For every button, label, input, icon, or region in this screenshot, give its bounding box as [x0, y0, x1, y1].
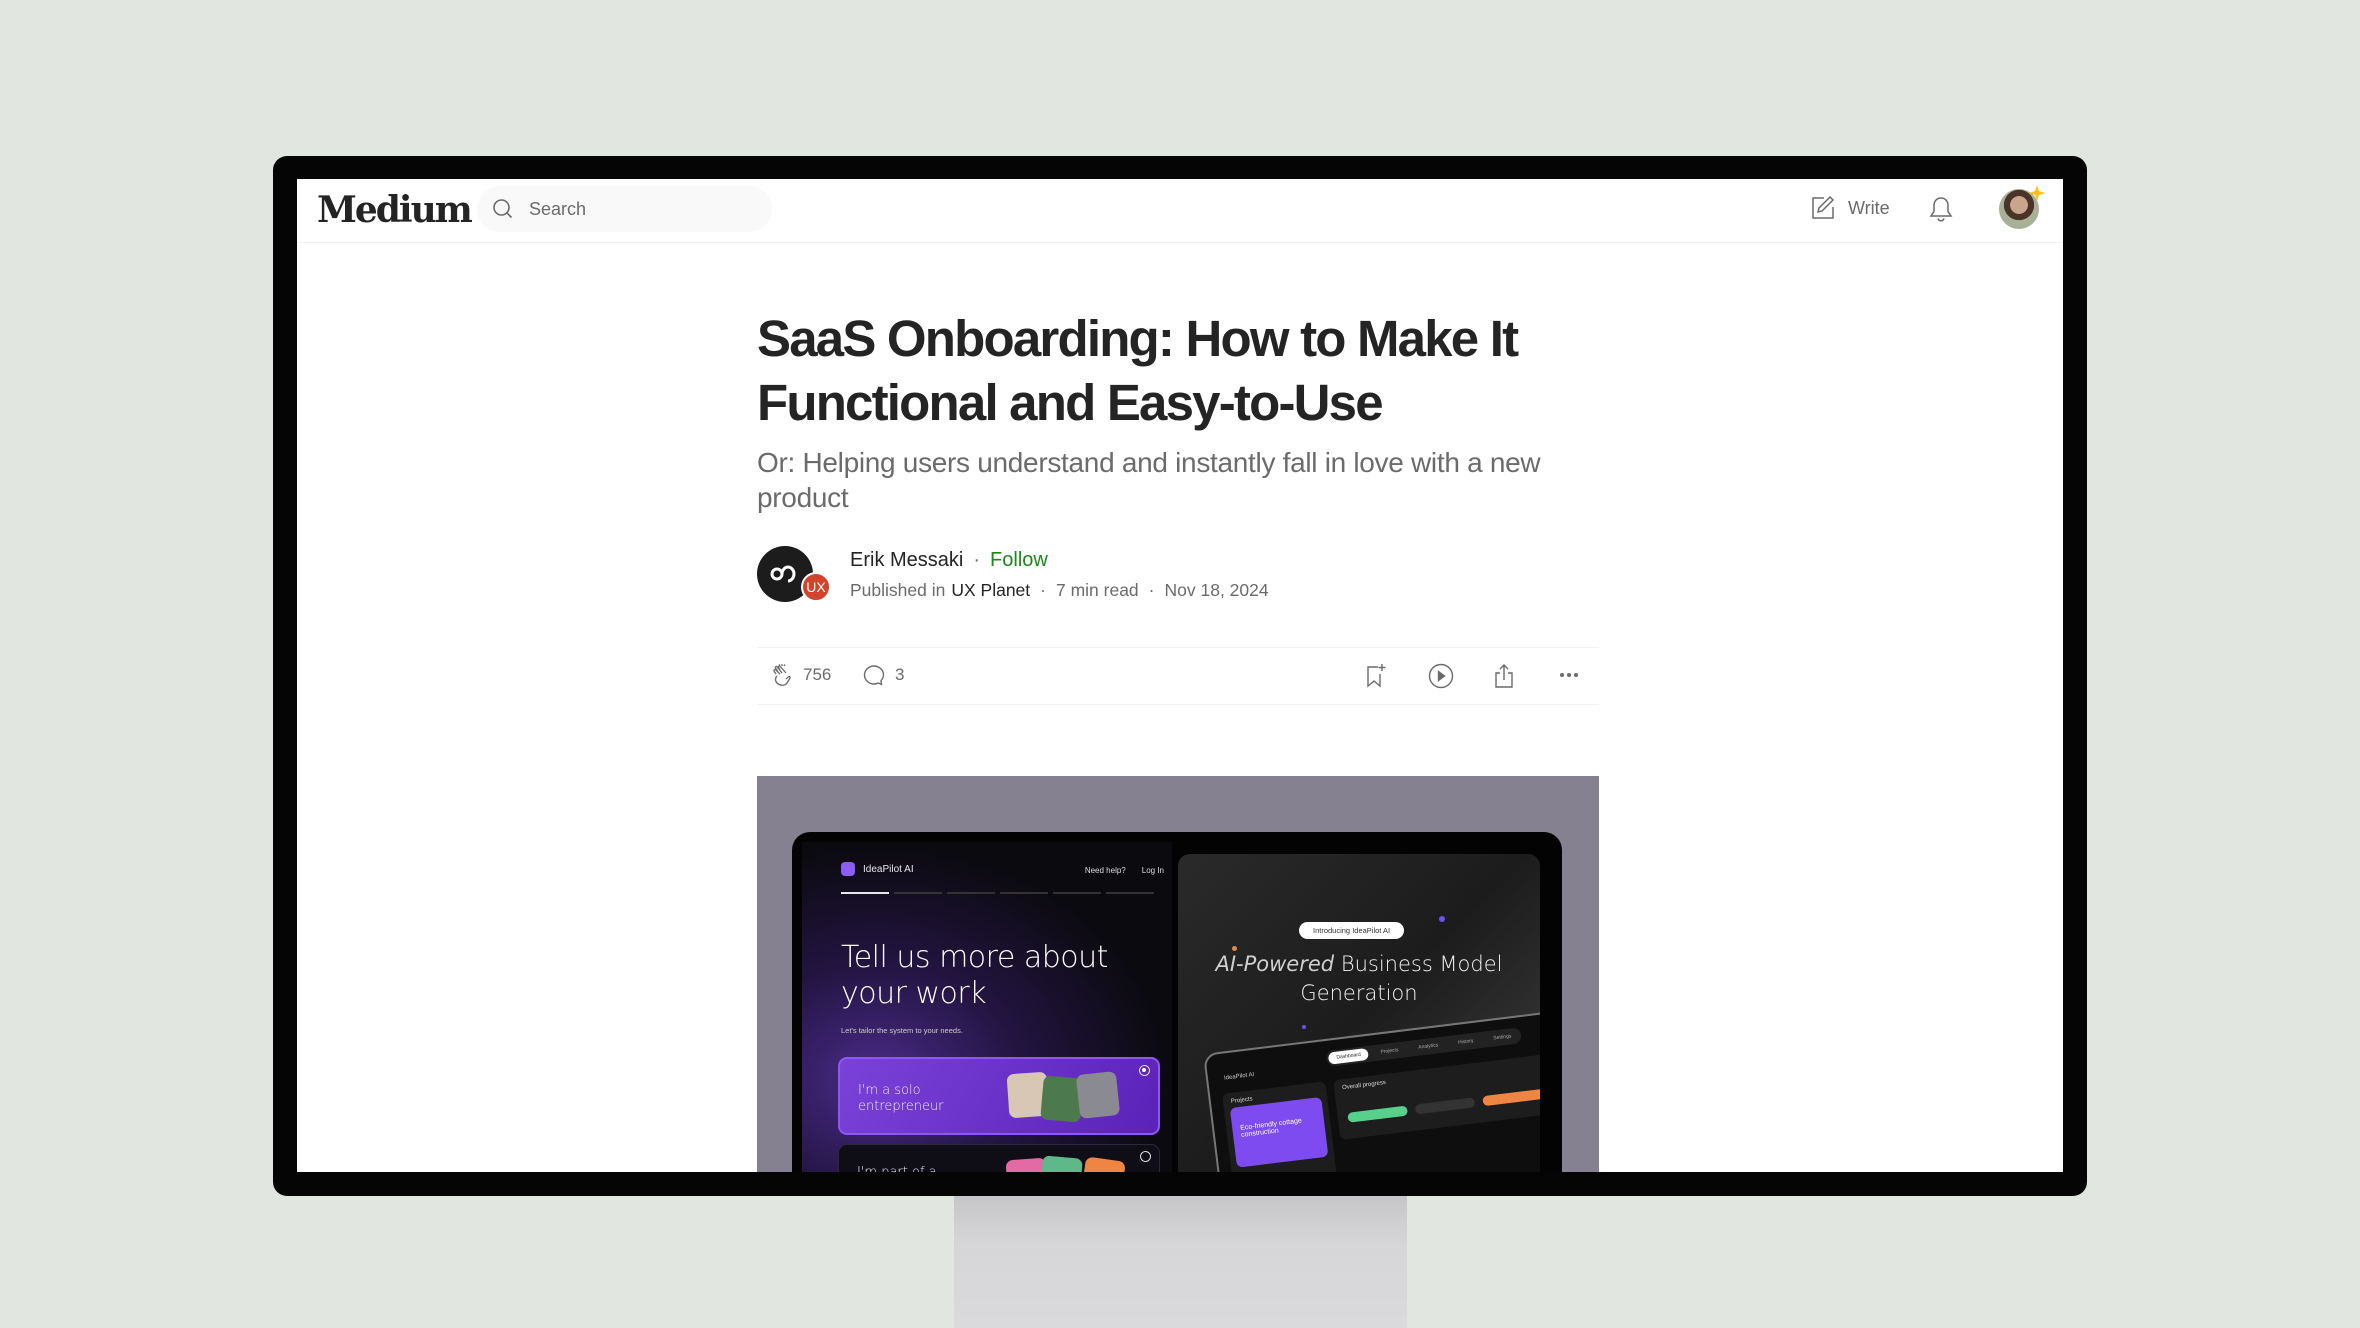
author-line: Erik Messaki · Follow: [850, 549, 1048, 572]
article-title: SaaS Onboarding: How to Make It Function…: [757, 310, 1519, 431]
mockup-heading: Tell us more about your work: [841, 940, 1108, 1011]
comment-icon: [863, 665, 885, 686]
clap-count: 756: [803, 665, 832, 684]
overall-progress-card: Overall progress: [1333, 1053, 1540, 1140]
bookmark-add-icon: [1367, 664, 1386, 688]
onboarding-screen-mockup: IdeaPilot AI Need help? Log In Tell us m…: [802, 842, 1172, 1172]
article-action-bar: 756 3: [757, 647, 1599, 705]
spark-dot: [1439, 916, 1445, 922]
person-photo: [1075, 1071, 1121, 1119]
article-subtitle: Or: Helping users understand and instant…: [757, 447, 1541, 513]
article-meta: Published in UX Planet · 7 min read · No…: [850, 580, 1269, 601]
more-options-button[interactable]: [1556, 662, 1582, 688]
search-icon: [493, 199, 513, 219]
write-icon: [1812, 195, 1835, 219]
save-button[interactable]: [1363, 662, 1389, 690]
comment-count: 3: [895, 665, 905, 684]
publication-link[interactable]: UX Planet: [951, 580, 1030, 601]
ideapilot-brand: IdeaPilot AI: [841, 862, 914, 876]
medium-logo[interactable]: Medium: [317, 189, 473, 231]
search-input[interactable]: [529, 198, 729, 220]
top-nav: Medium Write: [297, 179, 2063, 243]
read-time: 7 min read: [1055, 580, 1139, 600]
play-icon: [1428, 663, 1454, 689]
featured-image[interactable]: IdeaPilot AI Need help? Log In Tell us m…: [757, 776, 1599, 1172]
write-label: Write: [1848, 197, 1890, 218]
share-icon: [1495, 664, 1513, 688]
publication-badge[interactable]: UX: [801, 572, 831, 602]
separator: ·: [973, 549, 981, 571]
follow-button[interactable]: Follow: [990, 549, 1048, 572]
dashboard-brand: IdeaPilot AI: [1223, 1071, 1255, 1082]
intro-pill: Introducing IdeaPilot AI: [1299, 922, 1405, 939]
radio-unselected: [1140, 1151, 1151, 1162]
dashboard-mockup: Dashboard Projects Analytics History Set…: [1203, 1010, 1540, 1172]
browser-viewport: Medium Write SaaS Onboarding: How to Mak…: [297, 179, 2063, 1172]
radio-selected: [1139, 1065, 1150, 1076]
bell-icon: [1929, 197, 1953, 222]
infinity-logo-icon: [770, 565, 796, 583]
monitor-stand: [954, 1190, 1407, 1328]
publish-date: Nov 18, 2024: [1164, 580, 1269, 600]
separator: ·: [1148, 580, 1155, 600]
app-tile: [1080, 1156, 1126, 1172]
landing-screen-mockup: Introducing IdeaPilot AI AI-Powered Busi…: [1178, 854, 1540, 1172]
spark-dot: [1232, 946, 1237, 951]
listen-button[interactable]: [1427, 662, 1455, 690]
member-star-icon: [2029, 185, 2045, 201]
option-card-solo: I'm a solo entrepreneur: [838, 1057, 1160, 1135]
app-tile: [1039, 1155, 1083, 1172]
search-bar[interactable]: [477, 186, 772, 232]
mockup-subheading: Let's tailor the system to your needs.: [841, 1026, 963, 1035]
clap-icon: [773, 664, 791, 686]
more-icon: [1560, 673, 1578, 677]
share-button[interactable]: [1491, 662, 1517, 690]
onboarding-progress: [841, 892, 1154, 894]
write-button[interactable]: Write: [1810, 195, 1890, 221]
author-name[interactable]: Erik Messaki: [850, 549, 963, 572]
option-card-team: I'm part of a: [838, 1144, 1160, 1172]
separator: ·: [1040, 580, 1046, 600]
mockup-hero-heading: AI-Powered Business Model Generation: [1215, 952, 1503, 1005]
clap-button[interactable]: 756: [769, 662, 831, 688]
notifications-button[interactable]: [1928, 195, 1954, 228]
ideapilot-logo-icon: [841, 862, 855, 876]
comments-button[interactable]: 3: [861, 662, 904, 688]
project-card: Eco-friendly cottage construction: [1229, 1096, 1329, 1168]
mockup-links: Need help? Log In: [1084, 866, 1164, 875]
published-in-prefix: Published in: [850, 580, 946, 600]
spark-dot: [1302, 1025, 1306, 1029]
